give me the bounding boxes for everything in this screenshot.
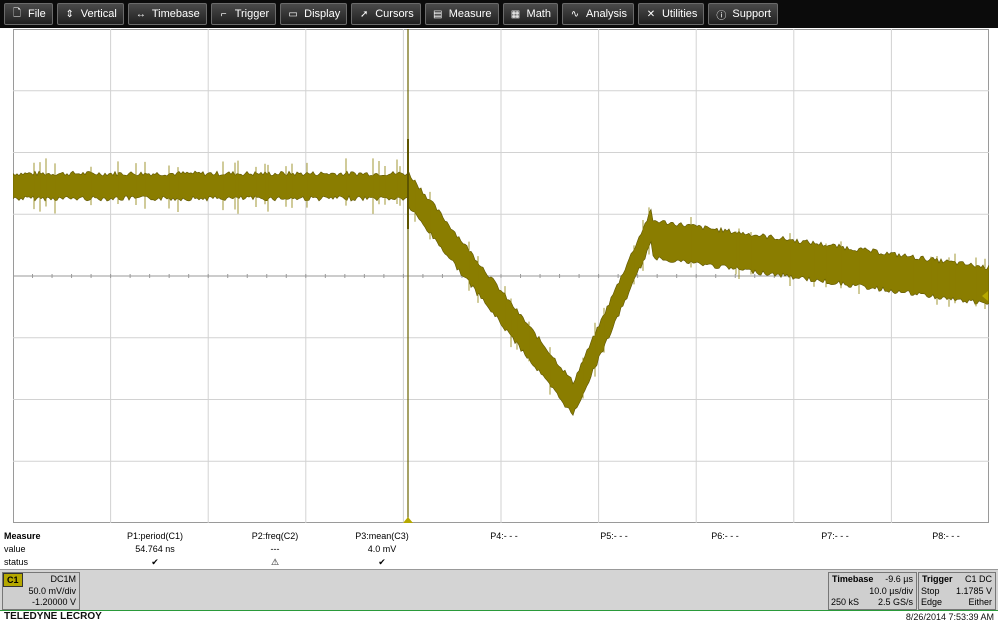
measure-param-label: P1:period(C1): [126, 531, 184, 541]
trigger-type: Edge: [921, 597, 943, 607]
menu-label: Cursors: [375, 8, 414, 20]
channel-c1-label: C1: [3, 573, 23, 587]
timebase-descriptor[interactable]: Timebase -9.6 µs 10.0 µs/div 250 kS 2.5 …: [828, 572, 917, 610]
measure-param-label: P2:freq(C2): [251, 531, 299, 541]
measure-param-label: P7:- - -: [821, 531, 849, 541]
brand-logo: TELEDYNE LECROY: [4, 611, 102, 622]
menu-file-button[interactable]: 🗋 File: [4, 3, 53, 25]
trigger-descriptor[interactable]: Trigger C1 DC Stop 1.1785 V Edge Either: [918, 572, 996, 610]
trigger-source: C1 DC: [964, 574, 992, 584]
measure-param-label: P6:- - -: [711, 531, 739, 541]
timebase-delay: -9.6 µs: [885, 574, 913, 584]
analysis-icon: ∿: [570, 8, 580, 20]
footer: TELEDYNE LECROY 8/26/2014 7:53:39 AM: [0, 610, 998, 625]
measure-icon: ▤: [433, 8, 443, 20]
menu-label: Trigger: [234, 8, 270, 20]
menu-label: File: [28, 8, 46, 20]
measure-param-label: P4:- - -: [490, 531, 518, 541]
menu-bar: 🗋 File ⇕ Vertical ↔ Timebase ⌐ Trigger ▭ Display ➚…: [0, 0, 998, 28]
measure-param-value: ---: [270, 544, 280, 554]
timebase-samples: 250 kS: [831, 597, 860, 607]
timebase-title: Timebase: [832, 574, 874, 584]
bottom-status-bar: C1 DC1M 50.0 mV/div -1.20000 V Timebase …: [0, 569, 998, 611]
timebase-rate: 2.5 GS/s: [877, 597, 913, 607]
menu-label: Utilities: [661, 8, 698, 20]
channel-coupling: DC1M: [50, 574, 76, 584]
trigger-slope: Either: [968, 597, 992, 607]
measure-param-label: P5:- - -: [600, 531, 628, 541]
menu-label: Vertical: [80, 8, 117, 20]
channel-vdiv: 50.0 mV/div: [28, 586, 76, 596]
menu-label: Analysis: [586, 8, 627, 20]
display-icon: ▭: [288, 8, 298, 20]
menu-analysis-button[interactable]: ∿ Analysis: [562, 3, 634, 25]
measure-table: Measure P1:period(C1) P2:freq(C2) P3:mean(…: [0, 531, 998, 569]
calculator-icon: ▦: [510, 8, 521, 20]
measure-param-value: 4.0 mV: [367, 544, 397, 554]
menu-label: Math: [526, 8, 551, 20]
measure-param-status: ✔: [151, 557, 159, 567]
vertical-arrows-icon: ⇕: [65, 8, 74, 20]
measure-header: Measure: [4, 531, 41, 541]
measure-status-row-label: status: [4, 557, 29, 567]
menu-label: Support: [732, 8, 771, 20]
measure-param-label: P8:- - -: [932, 531, 960, 541]
measure-param-status: ✔: [378, 557, 386, 567]
waveform-canvas: 1: [13, 29, 989, 523]
trigger-title: Trigger: [922, 574, 953, 584]
menu-label: Display: [304, 8, 341, 20]
menu-label: Measure: [448, 8, 492, 20]
menu-support-button[interactable]: ⓘ Support: [708, 3, 778, 25]
timebase-tdiv: 10.0 µs/div: [869, 586, 913, 596]
menu-trigger-button[interactable]: ⌐ Trigger: [210, 3, 277, 25]
info-icon: ⓘ: [716, 10, 727, 22]
measure-value-row-label: value: [4, 544, 26, 554]
menu-vertical-button[interactable]: ⇕ Vertical: [56, 3, 124, 25]
measure-param-status: ⚠: [270, 557, 280, 567]
channel-offset: -1.20000 V: [31, 597, 76, 607]
file-icon: 🗋: [12, 7, 22, 19]
menu-measure-button[interactable]: ▤ Measure: [424, 3, 499, 25]
trigger-icon: ⌐: [220, 8, 227, 20]
tools-icon: ✕: [646, 8, 656, 20]
menu-math-button[interactable]: ▦ Math: [502, 3, 558, 25]
menu-cursors-button[interactable]: ➚ Cursors: [351, 3, 421, 25]
waveform-grid[interactable]: 1: [13, 29, 989, 523]
timestamp: 8/26/2014 7:53:39 AM: [905, 612, 994, 622]
menu-display-button[interactable]: ▭ Display: [280, 3, 348, 25]
measure-param-value: 54.764 ns: [135, 544, 175, 554]
trigger-mode: Stop: [921, 586, 940, 596]
channel-c1-descriptor[interactable]: C1 DC1M 50.0 mV/div -1.20000 V: [2, 572, 80, 610]
trigger-level: 1.1785 V: [955, 586, 992, 596]
horizontal-arrows-icon: ↔: [135, 8, 146, 20]
cursor-icon: ➚: [360, 8, 369, 20]
measure-param-label: P3:mean(C3): [355, 531, 409, 541]
menu-utilities-button[interactable]: ✕ Utilities: [637, 3, 705, 25]
menu-timebase-button[interactable]: ↔ Timebase: [127, 3, 207, 25]
menu-label: Timebase: [151, 8, 200, 20]
